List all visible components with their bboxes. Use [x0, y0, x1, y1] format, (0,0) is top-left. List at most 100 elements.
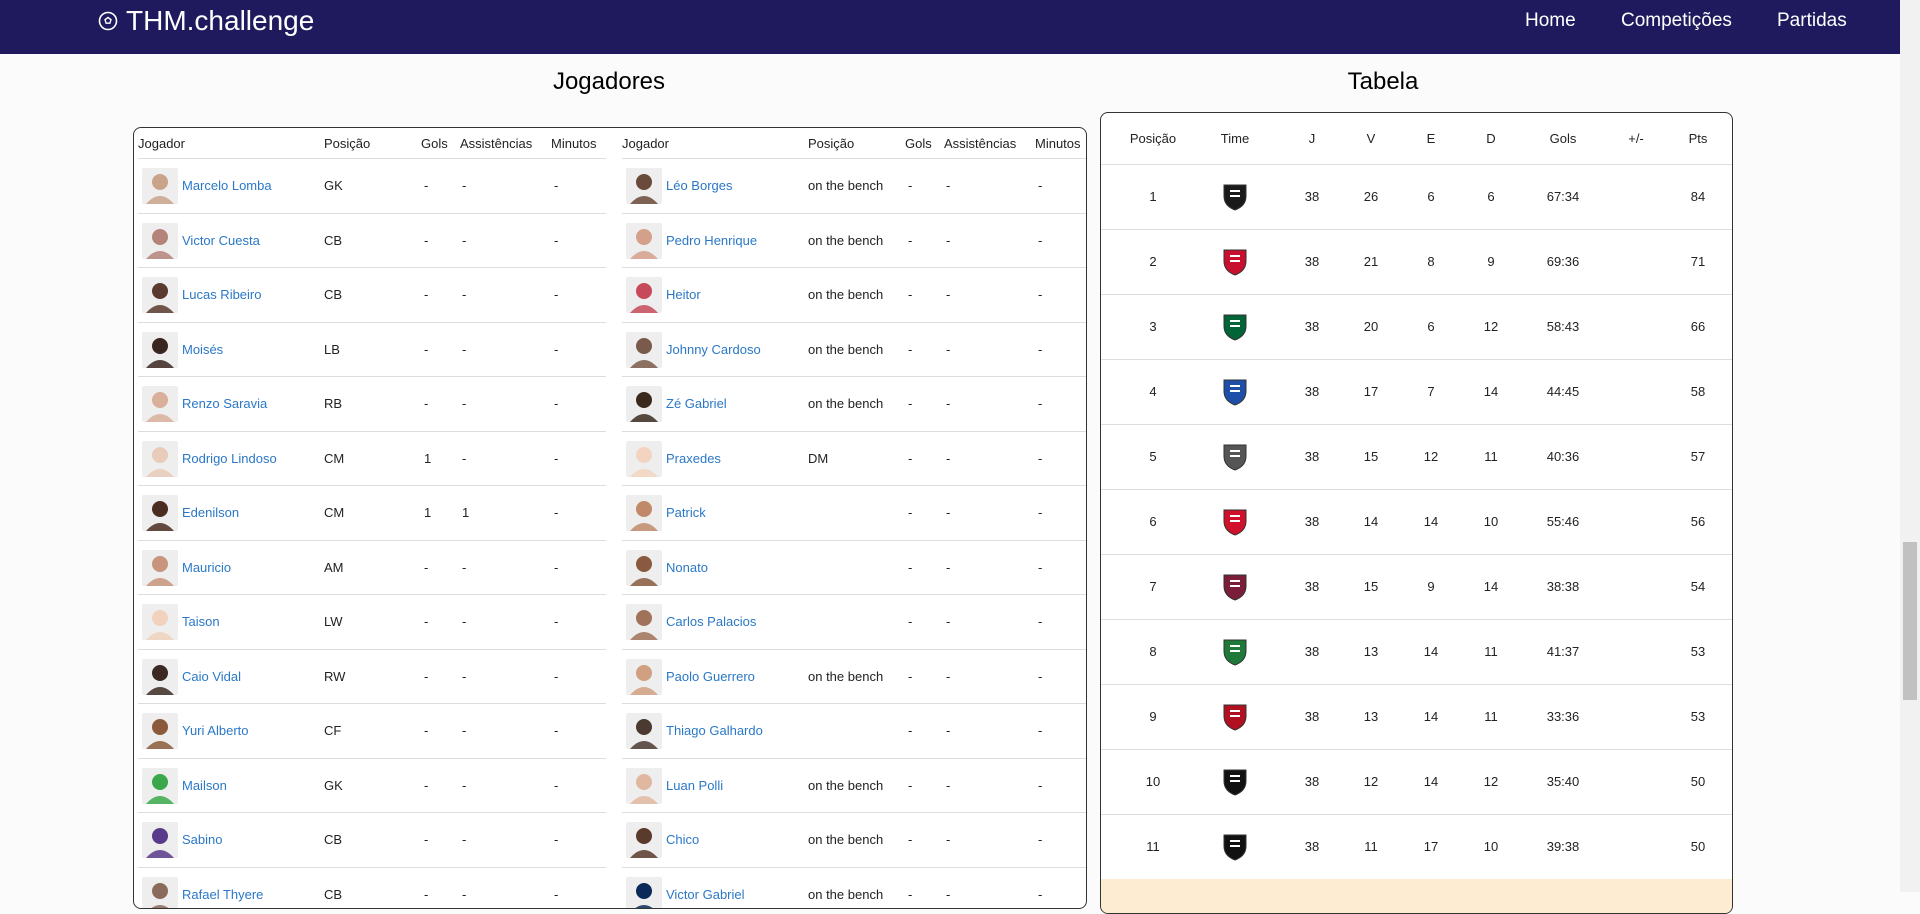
- player-name-link[interactable]: Luan Polli: [666, 778, 723, 793]
- player-name-link[interactable]: Yuri Alberto: [182, 723, 249, 738]
- standings-cell-d: 6: [1487, 189, 1495, 204]
- player-minutes: -: [1038, 723, 1043, 738]
- header-goals: Gols: [905, 136, 932, 151]
- player-name-link[interactable]: Chico: [666, 832, 699, 847]
- player-avatar: [626, 168, 662, 204]
- player-position: CF: [324, 723, 342, 738]
- player-name-link[interactable]: Mailson: [182, 778, 227, 793]
- player-name-link[interactable]: Heitor: [666, 287, 701, 302]
- player-assists: -: [462, 559, 467, 575]
- page-scrollbar[interactable]: [1900, 0, 1920, 892]
- player-assists: -: [946, 178, 951, 193]
- player-name-link[interactable]: Rafael Thyere: [182, 887, 263, 902]
- standings-cell-pos: 1: [1149, 189, 1157, 204]
- standings-cell-d: 11: [1484, 709, 1498, 724]
- player-position: CM: [324, 450, 345, 466]
- player-name-link[interactable]: Moisés: [182, 342, 223, 357]
- player-name-link[interactable]: Carlos Palacios: [666, 614, 756, 629]
- player-assists: -: [946, 450, 951, 466]
- nav-home-link[interactable]: Home: [1525, 10, 1576, 32]
- standings-row: 2 38 21 8 9 69:36 71: [1101, 229, 1732, 295]
- player-minutes: -: [1038, 559, 1043, 575]
- player-position: AM: [324, 559, 344, 575]
- player-position: on the bench: [808, 396, 884, 411]
- player-name-link[interactable]: Lucas Ribeiro: [182, 287, 262, 302]
- team-crest-icon[interactable]: [1221, 637, 1249, 667]
- header-assists: Assistências: [944, 136, 1017, 151]
- header-draws: E: [1426, 131, 1436, 146]
- player-name-link[interactable]: Mauricio: [182, 560, 231, 575]
- brand[interactable]: THM.challenge: [98, 5, 314, 37]
- team-crest-icon[interactable]: [1221, 182, 1249, 212]
- team-crest-icon[interactable]: [1221, 442, 1249, 472]
- team-crest-icon[interactable]: [1221, 312, 1249, 342]
- player-name-link[interactable]: Victor Cuesta: [182, 233, 260, 248]
- nav-matches-link[interactable]: Partidas: [1777, 10, 1847, 32]
- player-avatar: [626, 876, 662, 908]
- standings-cell-j: 38: [1304, 644, 1320, 659]
- player-avatar: [626, 386, 662, 422]
- nav-competitions-link[interactable]: Competições: [1621, 10, 1732, 32]
- player-assists: -: [946, 886, 951, 902]
- player-avatar: [626, 767, 662, 804]
- player-name-link[interactable]: Edenilson: [182, 505, 239, 520]
- standings-cell-j: 38: [1304, 774, 1320, 789]
- player-name-link[interactable]: Marcelo Lomba: [182, 178, 272, 193]
- standings-cell-e: 14: [1423, 514, 1439, 529]
- player-name-link[interactable]: Patrick: [666, 505, 706, 520]
- scrollbar-thumb[interactable]: [1903, 542, 1917, 700]
- player-name-link[interactable]: Caio Vidal: [182, 669, 241, 684]
- player-name-link[interactable]: Léo Borges: [666, 178, 733, 193]
- player-name-link[interactable]: Rodrigo Lindoso: [182, 451, 277, 466]
- player-name-link[interactable]: Johnny Cardoso: [666, 342, 761, 357]
- standings-cell-e: 7: [1427, 384, 1435, 399]
- player-assists: -: [946, 396, 951, 411]
- standings-cell-pos: 9: [1149, 709, 1157, 724]
- player-avatar: [626, 440, 662, 477]
- player-minutes: -: [554, 341, 559, 357]
- team-crest-icon[interactable]: [1221, 767, 1249, 797]
- table-row: Zé Gabriel on the bench - - -: [622, 376, 1086, 431]
- standings-header-row: Posição Time J V E D Gols +/- Pts: [1101, 113, 1732, 165]
- team-crest-icon[interactable]: [1221, 507, 1249, 537]
- player-position: GK: [324, 178, 343, 193]
- player-name-link[interactable]: Paolo Guerrero: [666, 669, 755, 684]
- player-assists: -: [946, 614, 951, 629]
- player-minutes: -: [1038, 232, 1043, 248]
- player-position: LB: [324, 341, 340, 357]
- player-name-link[interactable]: Zé Gabriel: [666, 396, 727, 411]
- player-name-link[interactable]: Thiago Galhardo: [666, 723, 763, 738]
- team-crest-icon[interactable]: [1221, 572, 1249, 602]
- player-name-link[interactable]: Sabino: [182, 832, 222, 847]
- team-crest-icon[interactable]: [1221, 247, 1249, 277]
- player-assists: -: [462, 341, 467, 357]
- player-avatar: [142, 604, 178, 640]
- team-crest-icon[interactable]: [1221, 377, 1249, 407]
- standings-row: 4 38 17 7 14 44:45 58: [1101, 359, 1732, 425]
- player-avatar: [142, 440, 178, 477]
- player-minutes: -: [1038, 886, 1043, 902]
- player-name-link[interactable]: Victor Gabriel: [666, 887, 745, 902]
- player-goals: -: [424, 777, 429, 793]
- players-header-row: Jogador Posição Gols Assistências Minuto…: [138, 128, 606, 158]
- player-name-link[interactable]: Pedro Henrique: [666, 233, 757, 248]
- player-goals: -: [424, 614, 429, 629]
- table-row: Lucas Ribeiro CB - - -: [138, 267, 606, 322]
- standings-cell-e: 14: [1423, 709, 1439, 724]
- standings-cell-e: 9: [1427, 579, 1435, 594]
- player-name-link[interactable]: Taison: [182, 614, 220, 629]
- standings-row: 1 38 26 6 6 67:34 84: [1101, 164, 1732, 230]
- header-played: J: [1308, 131, 1316, 146]
- player-assists: -: [946, 723, 951, 738]
- team-crest-icon[interactable]: [1221, 702, 1249, 732]
- player-name-link[interactable]: Praxedes: [666, 451, 721, 466]
- standings-cell-j: 38: [1304, 579, 1320, 594]
- player-minutes: -: [554, 614, 559, 629]
- team-crest-icon[interactable]: [1221, 832, 1249, 862]
- players-table: Jogador Posição Gols Assistências Minuto…: [133, 127, 1087, 909]
- table-row: Chico on the bench - - -: [622, 812, 1086, 867]
- player-avatar: [626, 222, 662, 259]
- player-name-link[interactable]: Nonato: [666, 560, 708, 575]
- player-name-link[interactable]: Renzo Saravia: [182, 396, 267, 411]
- standings-cell-gols: 55:46: [1546, 514, 1580, 529]
